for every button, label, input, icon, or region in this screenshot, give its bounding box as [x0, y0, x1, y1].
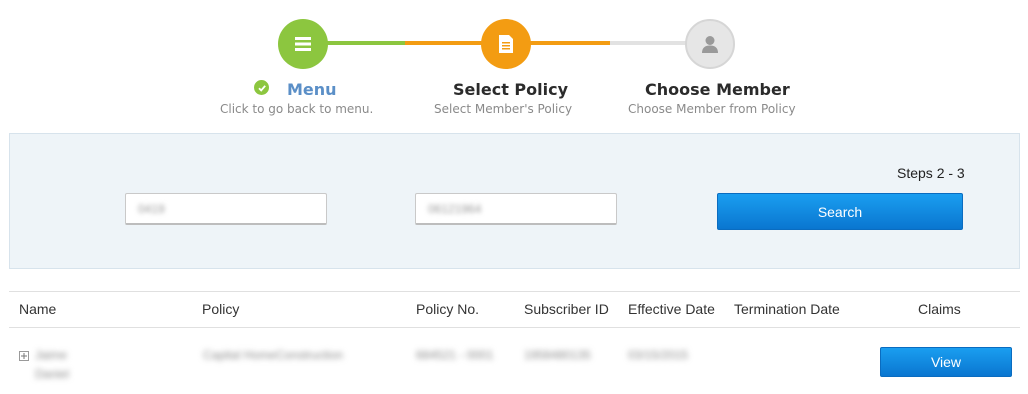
policy-number-field[interactable]: [125, 193, 327, 225]
column-header-subscriber-id: Subscriber ID: [524, 301, 609, 317]
step-select-policy-title: Select Policy: [453, 80, 569, 99]
policy-number-cell: 684521 - 0001: [416, 348, 494, 362]
step-connector: [528, 41, 610, 45]
step-choose-member-subtitle: Choose Member from Policy: [628, 102, 796, 116]
column-header-policy: Policy: [202, 301, 240, 317]
birth-date-field[interactable]: [415, 193, 617, 225]
search-button[interactable]: Search: [717, 193, 963, 230]
step-choose-member-title: Choose Member: [645, 80, 790, 99]
column-header-name: Name: [19, 301, 57, 317]
step-choose-member-circle: [685, 19, 735, 69]
policy-cell: Capital HomeConstruction: [203, 348, 344, 362]
step-select-policy-circle: [481, 19, 531, 69]
step-menu-circle[interactable]: [278, 19, 328, 69]
subscriber-id-cell: 1958480135: [524, 348, 591, 362]
step-connector: [610, 41, 688, 45]
table-header-divider: [9, 327, 1020, 328]
expand-row-icon[interactable]: [19, 351, 29, 361]
column-header-claims: Claims: [918, 301, 961, 317]
check-icon: [254, 80, 269, 95]
column-header-effective-date: Effective Date: [628, 301, 715, 317]
column-header-policy-no: Policy No.: [416, 301, 480, 317]
steps-indicator: Steps 2 - 3: [897, 165, 965, 181]
search-panel: Steps 2 - 3 Search: [9, 133, 1020, 269]
view-claims-button[interactable]: View: [880, 347, 1012, 377]
user-icon: [702, 36, 718, 53]
step-menu-subtitle: Click to go back to menu.: [220, 102, 374, 116]
step-connector: [325, 41, 405, 45]
policy-number-input[interactable]: [136, 200, 316, 217]
step-select-policy-subtitle: Select Member's Policy: [434, 102, 573, 116]
document-icon: [499, 35, 513, 53]
progress-stepper: Menu Select Policy Choose Member Click t…: [0, 0, 1028, 130]
effective-date-cell: 03/15/2015: [628, 348, 689, 362]
birth-date-input[interactable]: [426, 200, 606, 217]
member-last-name: Daniel: [35, 367, 70, 381]
table-top-divider: [9, 291, 1020, 292]
step-connector: [405, 41, 485, 45]
member-first-name: Jaime: [35, 348, 68, 362]
column-header-termination-date: Termination Date: [734, 301, 840, 317]
menu-icon: [295, 37, 311, 51]
step-menu-title[interactable]: Menu: [287, 80, 337, 99]
